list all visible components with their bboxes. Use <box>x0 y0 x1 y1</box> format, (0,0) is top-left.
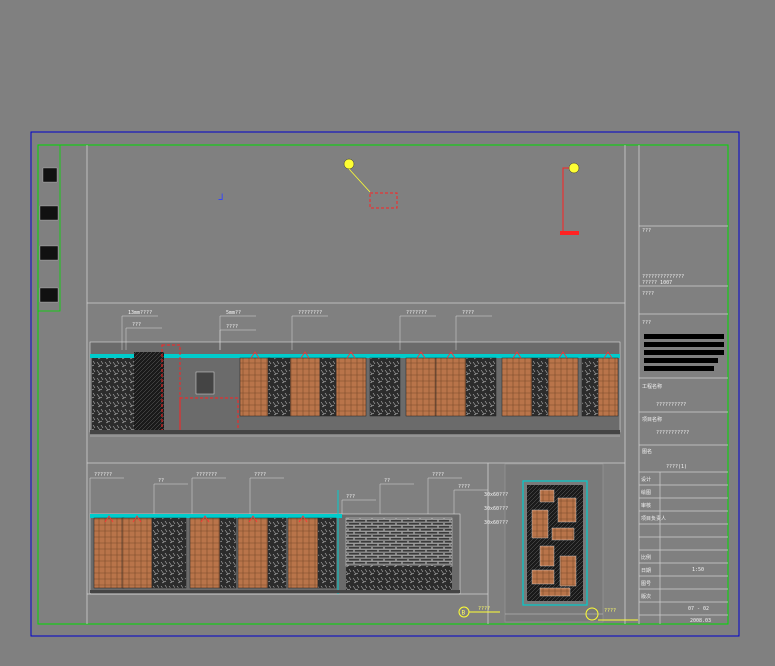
wood-panel <box>121 515 153 589</box>
tb-t4: ???? <box>642 291 654 297</box>
elevation-bottom-label: ???? <box>427 472 462 514</box>
tb-owner-value: ?????????? <box>656 402 686 408</box>
elevation-bottom-label: ?????? <box>89 472 124 514</box>
elevation-bottom-label-text: ?????? <box>94 472 112 478</box>
elevation-bottom-label: ??????? <box>191 472 226 514</box>
elevation-bottom-label-text: ??? <box>346 494 355 500</box>
tb-label-project: 项目名称 <box>642 416 662 423</box>
elevation-top <box>89 341 621 437</box>
glass-panel <box>317 517 337 589</box>
tb-row-label: 审核 <box>641 502 651 509</box>
glass-panel <box>581 357 599 417</box>
side-elevation-label: 30x60??? <box>484 520 508 526</box>
tb-row-label: 日期 <box>641 568 651 574</box>
tb-row-label: 设计 <box>641 476 651 483</box>
tb-row-label: 版次 <box>641 593 651 600</box>
glass-panel <box>369 357 401 417</box>
glass-panel <box>465 357 497 417</box>
elevation-bottom <box>89 490 461 595</box>
glass-panel <box>267 357 291 417</box>
elevation-bottom-label-text: ???? <box>458 484 470 490</box>
tb-label-bar: ??? <box>642 320 651 326</box>
glass-panel <box>531 357 549 417</box>
elevation-top-label-text: ???????? <box>298 310 322 316</box>
marker-b-text: ???? <box>478 606 490 612</box>
side-elevation-label: 30x60??? <box>484 506 508 512</box>
wood-panel <box>289 351 321 417</box>
wood-panel <box>287 515 319 589</box>
wood-panel <box>547 351 579 417</box>
elevation-bottom-label-text: ?? <box>158 478 164 484</box>
wood-panel <box>93 515 125 589</box>
tb-title-value: ????(1) <box>666 464 687 470</box>
elevation-bottom-label-text: ???? <box>432 472 444 478</box>
elevation-bottom-label: ?? <box>379 478 414 514</box>
left-strip-blocks <box>39 167 59 303</box>
elevation-bottom-label: ???? <box>453 484 488 514</box>
elevation-bottom-label-text: ?? <box>384 478 390 484</box>
elevation-top-label-text: 5mm?? <box>226 310 241 316</box>
elevation-bottom-label: ?? <box>153 478 188 514</box>
elevation-bottom-label: ??? <box>341 494 376 514</box>
tb-scale: 1:50 <box>692 567 704 573</box>
elevation-bottom-label-text: ??????? <box>196 472 217 478</box>
tb-t3: ????? 1007 <box>642 280 672 286</box>
elevation-top-label-text: ??????? <box>406 310 427 316</box>
elevation-bottom-label: ???? <box>249 472 284 514</box>
tb-row-label: 绘图 <box>641 489 651 496</box>
wood-panel <box>189 515 221 589</box>
wood-panel <box>335 351 367 417</box>
wood-panel <box>597 351 619 417</box>
callout-marker-right <box>560 162 580 235</box>
wood-panel <box>239 351 271 417</box>
tb-date: 2008.03 <box>690 618 711 624</box>
side-elevation-label: 30x60??? <box>484 492 508 498</box>
glass-panel <box>219 517 237 589</box>
tb-label-owner: 工程名称 <box>642 383 662 390</box>
top-note: ᒧ <box>218 193 224 203</box>
wood-panel <box>501 351 533 417</box>
elevation-top-label-text: ???? <box>226 324 238 330</box>
marker-b: B ???? <box>458 606 500 618</box>
glass-panel <box>319 357 337 417</box>
marker-c-text: ???? <box>604 608 616 614</box>
elevation-top-label-text: ???? <box>462 310 474 316</box>
glass-panel <box>267 517 287 589</box>
title-block-black-bars <box>644 334 724 371</box>
tb-label-title: 图名 <box>642 448 652 455</box>
glass-panel <box>151 517 187 589</box>
tb-row-label: 项目负责人 <box>641 515 666 522</box>
tb-t1: ??? <box>642 228 651 234</box>
tb-project-value: ??????????? <box>656 430 689 436</box>
tb-row-label: 比例 <box>641 554 651 561</box>
marker-b-label: B <box>462 610 466 617</box>
elevation-top-label-text: 13mm???? <box>128 310 152 316</box>
wood-panel <box>237 515 269 589</box>
tb-sheet-no: 07 - 02 <box>688 606 709 612</box>
elevation-top-label-text: ??? <box>132 322 141 328</box>
callout-marker-top <box>343 158 398 209</box>
cad-drawing-canvas: ᒧ 13mm???????5mm?????????????? ??????? ?… <box>30 131 740 637</box>
elevation-side <box>504 463 604 623</box>
tb-row-label: 图号 <box>641 581 651 587</box>
elevation-bottom-label-text: ???? <box>254 472 266 478</box>
wood-panel <box>435 351 467 417</box>
wood-panel <box>405 351 437 417</box>
